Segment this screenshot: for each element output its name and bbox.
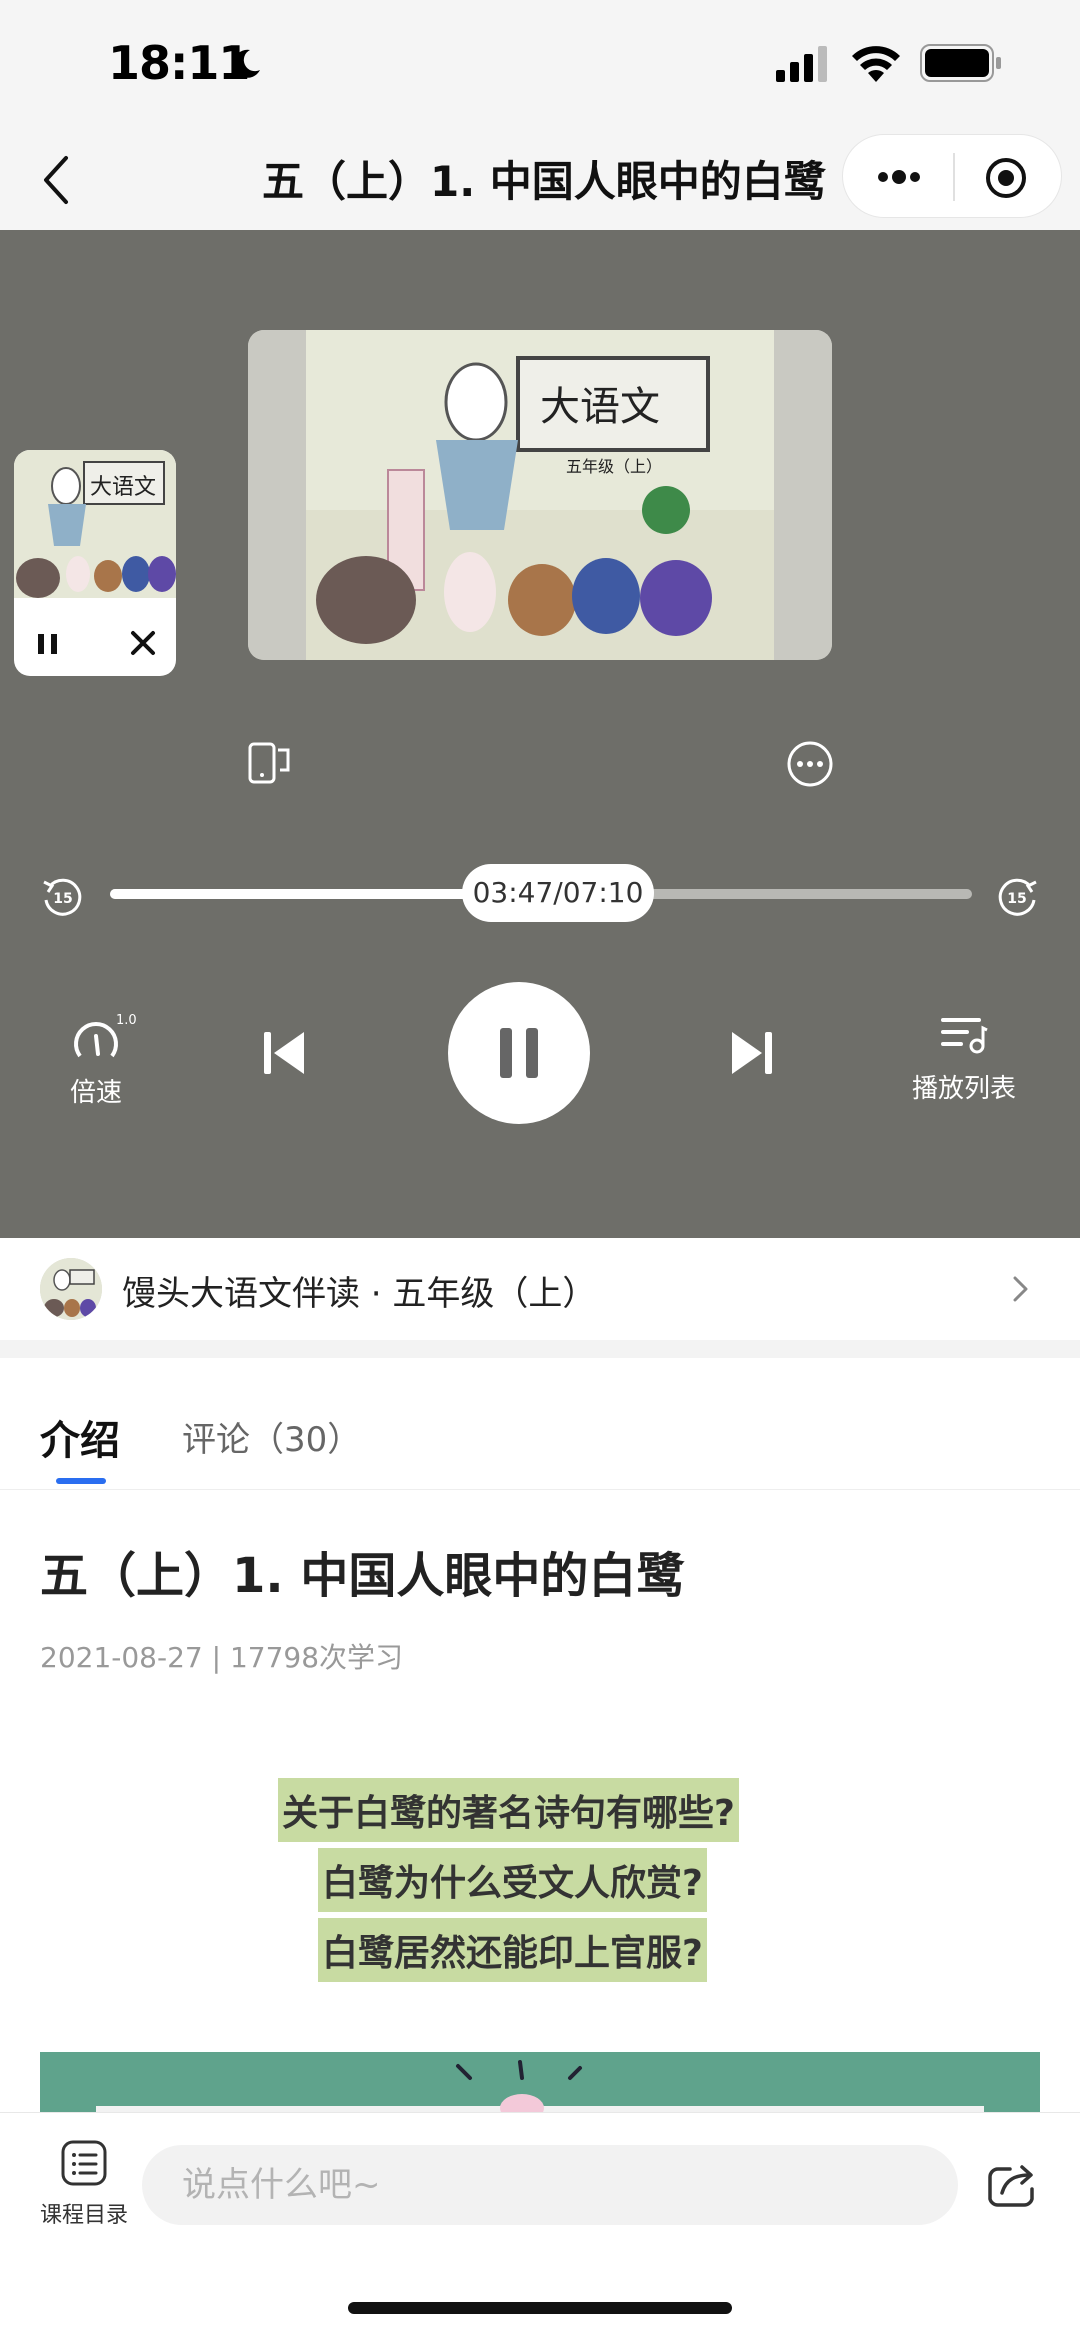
previous-track-icon[interactable] xyxy=(262,1028,308,1078)
tab-comments[interactable]: 评论（30） xyxy=(182,1412,361,1461)
cover-sign-text: 大语文 xyxy=(540,384,660,430)
course-title: 馒头大语文伴读 · 五年级（上） xyxy=(122,1274,597,1314)
highlight-line: 白鹭居然还能印上官服? xyxy=(318,1918,707,1982)
speed-label: 倍速 xyxy=(69,1078,122,1108)
progress-thumb[interactable]: 03:47/07:10 xyxy=(462,864,654,922)
tab-bar: 介绍 评论（30） xyxy=(0,1358,1080,1490)
chevron-right-icon xyxy=(1013,1276,1028,1302)
tab-intro[interactable]: 介绍 xyxy=(40,1408,120,1466)
pause-icon xyxy=(500,1028,538,1078)
forward-15-icon[interactable]: 15 xyxy=(994,874,1040,924)
page-title: 五（上）1. 中国人眼中的白鹭 xyxy=(262,157,826,206)
course-avatar xyxy=(40,1258,102,1320)
highlight-line: 关于白鹭的著名诗句有哪些? xyxy=(278,1778,739,1842)
mini-program-capsule xyxy=(842,134,1062,218)
nav-bar: 五（上）1. 中国人眼中的白鹭 xyxy=(0,130,1080,230)
course-row[interactable]: 馒头大语文伴读 · 五年级（上） xyxy=(0,1238,1080,1340)
next-track-icon[interactable] xyxy=(728,1028,774,1078)
playlist-label: 播放列表 xyxy=(911,1074,1016,1104)
battery-icon xyxy=(920,44,1001,82)
speed-icon: 1.0x xyxy=(74,1013,145,1058)
mini-cover-image: 大语文 xyxy=(14,450,176,598)
tab-active-indicator xyxy=(56,1478,106,1484)
back-icon[interactable] xyxy=(38,152,78,208)
rewind-seconds: 15 xyxy=(53,891,72,907)
cover-sign-subtitle: 五年级（上） xyxy=(566,457,662,476)
pause-button[interactable] xyxy=(448,982,590,1124)
lesson-meta: 2021-08-27 | 17798次学习 xyxy=(40,1641,404,1674)
signal-icon xyxy=(776,46,827,82)
playlist-button[interactable]: 播放列表 xyxy=(904,1012,1024,1105)
highlight-line: 白鹭为什么受文人欣赏? xyxy=(318,1848,707,1912)
home-indicator xyxy=(348,2302,732,2314)
audio-player: 大语文 五年级（上） 大语文 15 03:47/07:10 15 1.0 倍速 … xyxy=(0,230,1080,1238)
device-switch-icon[interactable] xyxy=(246,740,294,786)
lesson-title: 五（上）1. 中国人眼中的白鹭 xyxy=(40,1548,685,1604)
speed-button[interactable]: 1.0x 倍速 xyxy=(56,1010,145,1109)
mini-cover-sign-text: 大语文 xyxy=(90,475,156,500)
wifi-icon xyxy=(852,46,900,82)
rewind-15-icon[interactable]: 15 xyxy=(40,874,86,924)
cover-image: 大语文 五年级（上） xyxy=(248,330,832,660)
comment-input[interactable] xyxy=(142,2145,958,2225)
catalog-label: 课程目录 xyxy=(39,2203,128,2228)
status-bar: 18:11 xyxy=(0,0,1080,130)
catalog-button[interactable]: 课程目录 xyxy=(36,2137,132,2229)
content-image xyxy=(40,2052,1040,2112)
mini-player[interactable]: 大语文 xyxy=(14,450,176,676)
mini-close-icon[interactable] xyxy=(128,628,158,658)
close-miniprogram-icon[interactable] xyxy=(983,155,1029,201)
share-icon[interactable] xyxy=(986,2161,1038,2209)
section-divider xyxy=(0,1340,1080,1358)
speed-badge: 1.0x xyxy=(116,1013,136,1028)
more-options-icon[interactable] xyxy=(786,740,834,788)
catalog-icon xyxy=(61,2140,107,2186)
forward-seconds: 15 xyxy=(1007,891,1026,907)
mini-pause-icon[interactable] xyxy=(34,630,62,658)
moon-icon xyxy=(233,49,260,78)
playlist-icon xyxy=(941,1018,988,1054)
capsule-divider xyxy=(953,153,955,201)
more-icon[interactable] xyxy=(871,157,927,197)
